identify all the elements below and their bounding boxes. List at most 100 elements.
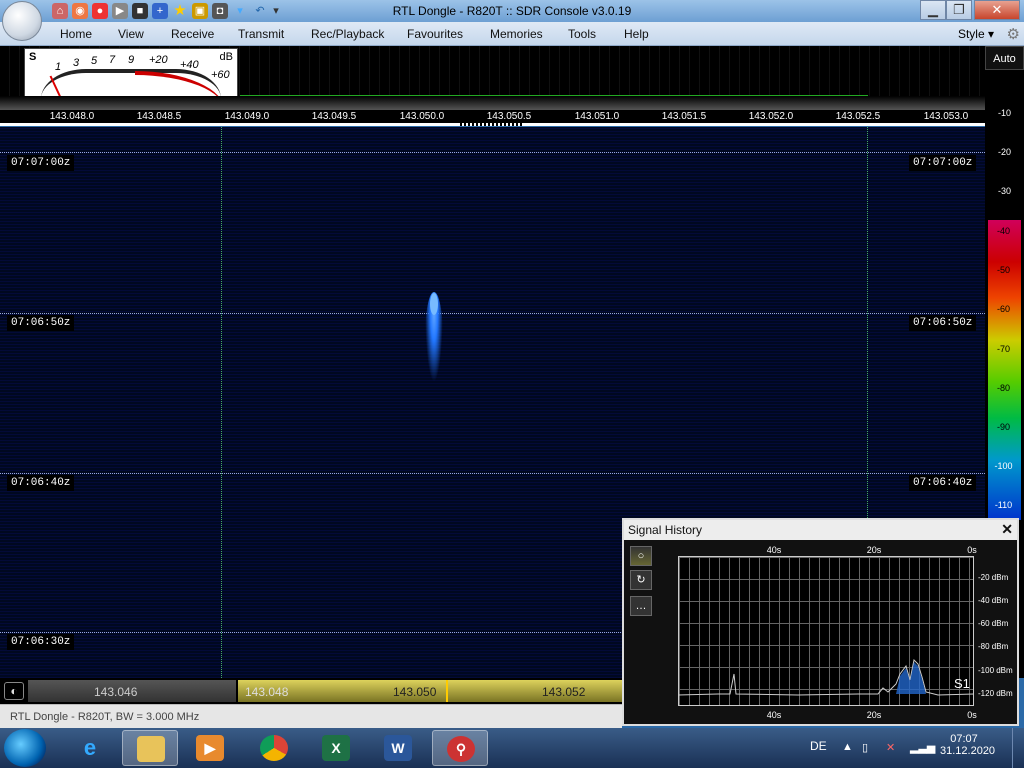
maximize-button[interactable]: ❐ [946,0,972,20]
freq-tick: 143.052.0 [748,111,794,122]
menu-favourites[interactable]: Favourites [407,27,463,41]
tuning-marker[interactable] [446,680,448,702]
internet-explorer-icon: e [83,735,97,760]
show-desktop-button[interactable] [1012,728,1024,768]
y-tick: -100 dBm [978,666,1013,675]
spectrum-display[interactable]: S dB 1 3 5 7 9 +20 +40 +60 [0,46,985,110]
close-icon[interactable]: ✕ [1001,521,1013,538]
media-player-icon: ▶ [196,735,224,761]
freq-tick: 143.051.0 [574,111,620,122]
clock-time: 07:07 [950,733,978,745]
s-meter-tick: 1 [55,61,62,73]
color-gradient-bar[interactable]: -40 -50 -60 -70 -80 -90 -100 -110 [988,220,1021,520]
time-gridline [0,152,985,153]
app-menu-orb[interactable] [2,1,42,41]
splitter-grip[interactable] [460,123,524,126]
title-bar: ⌂ ◉ ● ▶ ■ + ★ ▣ ◘ ▾ ↶ ▾ RTL Dongle - R82… [0,0,1024,41]
x-tick-top: 20s [866,545,882,555]
status-text: RTL Dongle - R820T, BW = 3.000 MHz [10,711,200,723]
signal-history-title: Signal History [628,523,703,537]
tuning-bar-left[interactable]: 143.046 [28,680,236,702]
taskbar-file-explorer[interactable] [122,730,178,766]
x-tick-top: 0s [967,545,977,555]
freq-tick: 143.048.0 [49,111,95,122]
tuning-strip: ◐ 143.046 143.048 143.050 143.052 [0,678,622,704]
y-tick: -80 dBm [978,642,1009,651]
s-meter-tick: 7 [109,54,116,66]
level-tick: -10 [997,108,1011,118]
tray-expand-icon[interactable]: ▲ [842,741,853,753]
freq-tick: 143.053.0 [923,111,969,122]
minimize-button[interactable]: ▁ [920,0,946,20]
s-reading: S1 [954,676,970,691]
x-tick-bottom: 40s [766,710,782,720]
close-button[interactable]: ✕ [974,0,1020,20]
taskbar-chrome[interactable] [246,730,302,766]
menu-rec-playback[interactable]: Rec/Playback [311,27,384,41]
level-tick: -80 [996,383,1010,393]
tuning-mode-icon[interactable]: ◐ [4,682,24,700]
gear-icon[interactable]: ⚙ [1007,25,1020,43]
freq-tick: 143.051.5 [661,111,707,122]
time-label-left: 07:07:00z [7,155,75,171]
taskbar-internet-explorer[interactable]: e [62,730,118,766]
s-meter-tick: 5 [91,55,98,67]
menu-view[interactable]: View [118,27,144,41]
freq-tick: 143.050.0 [399,111,445,122]
signal-history-header: Signal History ✕ [624,520,1017,540]
record-toggle-button[interactable]: ○ [630,546,652,566]
taskbar-excel[interactable]: X [308,730,364,766]
level-tick: -50 [996,265,1010,275]
menu-receive[interactable]: Receive [171,27,214,41]
noise-floor [0,96,985,110]
menu-memories[interactable]: Memories [490,27,543,41]
time-gridline [0,473,985,474]
freq-tick: 143.049.0 [224,111,270,122]
x-tick-top: 40s [766,545,782,555]
signal-history-trace [678,658,974,696]
clock-date: 31.12.2020 [940,745,996,757]
tuning-freq: 143.052 [542,685,586,699]
language-indicator[interactable]: DE [810,739,827,753]
tuning-freq: 143.050 [393,685,437,699]
time-gridline [0,313,985,314]
signal-bars-icon[interactable]: ▂▃▅ [910,741,935,754]
reset-button[interactable]: ↻ [630,570,652,590]
time-label-right: 07:06:50z [909,315,977,331]
menu-help[interactable]: Help [624,27,649,41]
x-tick-bottom: 0s [967,710,977,720]
s-meter-tick: 9 [128,54,135,66]
word-icon: W [384,735,412,761]
menu-transmit[interactable]: Transmit [238,27,284,41]
menu-tools[interactable]: Tools [568,27,596,41]
network-icon[interactable]: ✕ [886,741,895,754]
y-tick: -120 dBm [978,689,1013,698]
taskbar: e ▶ X W ⚲ DE ▲ ▯ ✕ ▂▃▅ 07:07 31.12.2020 [0,728,1024,768]
chrome-icon [260,735,288,761]
level-tick: -110 [994,500,1013,510]
s-meter-tick: +60 [211,69,230,81]
signal-history-panel: Signal History ✕ ○ ↻ … 40s 20s 0s -20 dB… [622,518,1019,726]
auto-button[interactable]: Auto [985,46,1024,70]
tuning-freq: 143.046 [94,685,138,699]
chevron-down-icon: ▾ [987,27,994,41]
style-dropdown[interactable]: Style ▾ [958,27,994,41]
more-button[interactable]: … [630,596,652,616]
signal-trace-peak [430,293,438,315]
start-button[interactable] [4,729,46,767]
sdr-console-icon: ⚲ [447,736,475,762]
menu-home[interactable]: Home [60,27,92,41]
tuning-bar-right[interactable]: 143.048 143.050 143.052 [238,680,622,702]
time-label-left: 07:06:50z [7,315,75,331]
frequency-axis: 143.048.0 143.048.5 143.049.0 143.049.5 … [0,110,985,126]
folder-icon [137,736,165,762]
taskbar-word[interactable]: W [370,730,426,766]
time-label-right: 07:06:40z [909,475,977,491]
device-icon[interactable]: ▯ [862,741,868,754]
clock[interactable]: 07:07 31.12.2020 [940,733,996,757]
taskbar-sdr-console[interactable]: ⚲ [432,730,488,766]
level-tick: -100 [994,461,1013,471]
taskbar-media-player[interactable]: ▶ [182,730,238,766]
freq-tick: 143.048.5 [136,111,182,122]
freq-tick: 143.050.5 [486,111,532,122]
